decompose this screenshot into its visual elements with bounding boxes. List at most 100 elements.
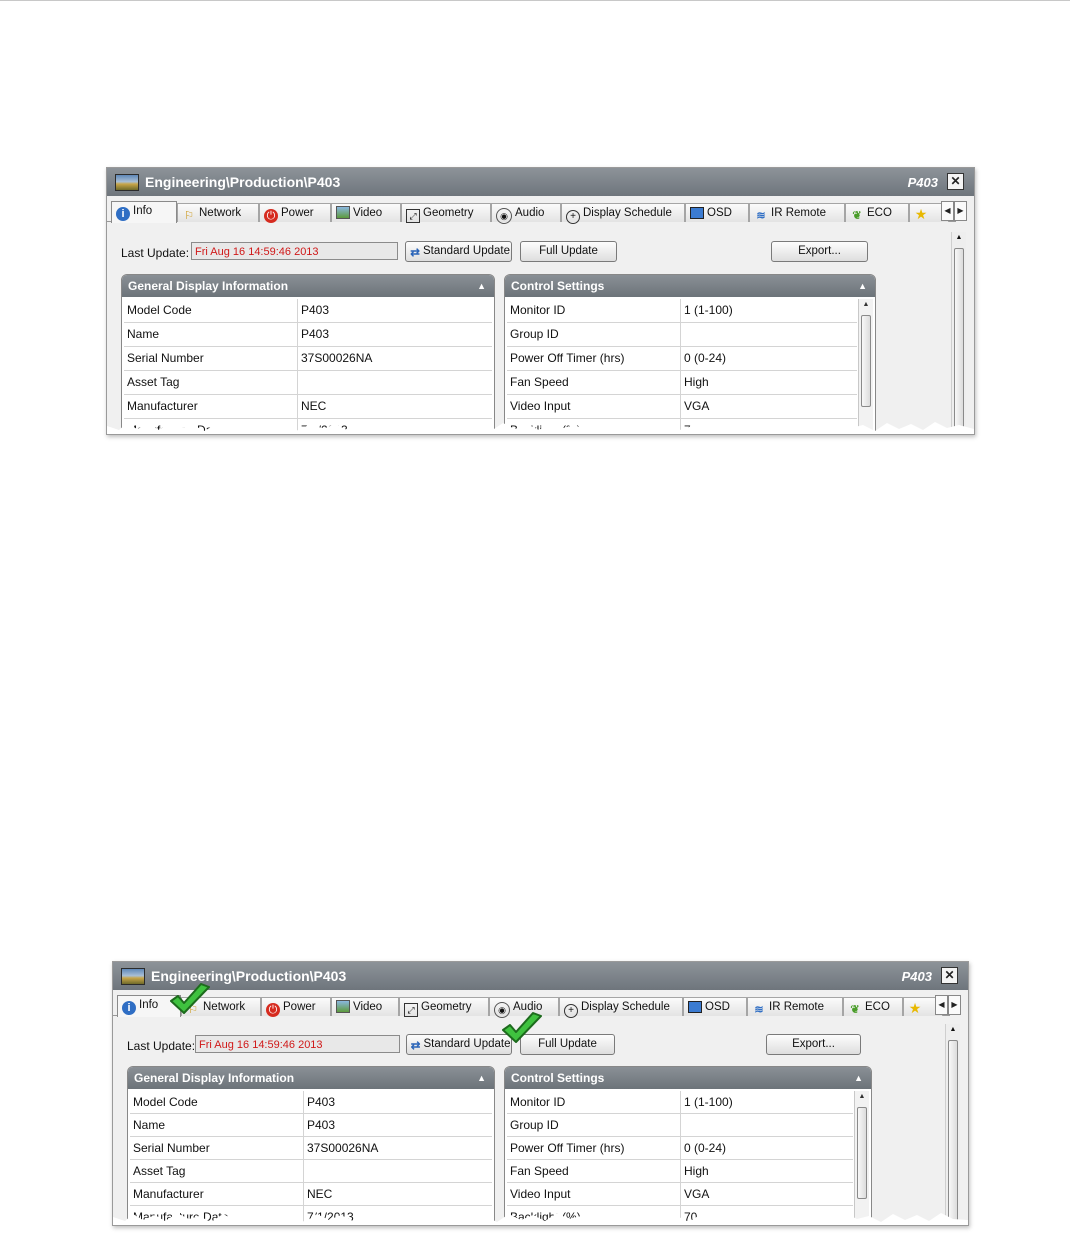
window-title: Engineering\Production\P403 <box>151 968 347 984</box>
tab-audio[interactable]: ◉ Audio <box>491 203 561 224</box>
star-icon: ★ <box>908 1000 922 1016</box>
group-header[interactable]: General Display Information ▲ <box>128 1067 494 1089</box>
export-button[interactable]: Export... <box>771 241 868 262</box>
last-update-label: Last Update: <box>121 246 190 260</box>
tab-scroll-left-icon[interactable]: ◀ <box>935 995 948 1015</box>
tab-scroll-left-icon[interactable]: ◀ <box>941 201 954 221</box>
full-update-button[interactable]: Full Update <box>520 241 617 262</box>
table-row: Serial Number 37S00026NA <box>130 1137 492 1160</box>
group-header[interactable]: Control Settings ▲ <box>505 275 875 297</box>
tab-strip: i Info ⚐ Network ⏻ Power Video ⤢ Geometry ◉ A… <box>107 201 956 224</box>
tab-osd[interactable]: OSD <box>683 997 747 1016</box>
table-row: Name P403 <box>130 1114 492 1137</box>
control-grid: Monitor ID 1 (1-100) Group ID Power Off T… <box>507 299 857 434</box>
leaf-icon: ❦ <box>852 210 862 222</box>
leaf-icon: ❦ <box>850 1004 860 1016</box>
scroll-up-icon[interactable]: ▲ <box>946 1026 960 1033</box>
monitor-icon <box>115 174 139 191</box>
group-header[interactable]: General Display Information ▲ <box>122 275 494 297</box>
scroll-up-icon[interactable]: ▲ <box>859 301 873 308</box>
table-row: Group ID <box>507 1114 853 1137</box>
table-row: Manufacturer NEC <box>130 1183 492 1206</box>
device-name: P403 <box>907 175 938 190</box>
device-name: P403 <box>901 969 932 984</box>
general-info-group: General Display Information ▲ Model Code P… <box>127 1066 495 1225</box>
clock-icon: + <box>566 210 580 224</box>
scroll-thumb[interactable] <box>861 315 871 407</box>
tab-scroll-right-icon[interactable]: ▶ <box>948 995 961 1015</box>
tab-video[interactable]: Video <box>331 203 401 222</box>
clock-icon: + <box>564 1004 578 1018</box>
table-row: Name P403 <box>124 323 492 347</box>
info-grid: Model Code P403 Name P403 Serial Number 37S… <box>124 299 492 434</box>
wifi-icon: ≋ <box>756 210 766 222</box>
scroll-up-icon[interactable]: ▲ <box>855 1093 869 1100</box>
collapse-icon[interactable]: ▲ <box>858 275 867 297</box>
control-settings-group: Control Settings ▲ Monitor ID 1 (1-100) Gr… <box>504 1066 872 1225</box>
last-update-label: Last Update: <box>127 1039 196 1053</box>
tab-video[interactable]: Video <box>331 997 399 1016</box>
group-header[interactable]: Control Settings ▲ <box>505 1067 871 1089</box>
close-icon[interactable]: ✕ <box>941 967 958 984</box>
title-bar: Engineering\Production\P403 P403 ✕ <box>107 168 974 196</box>
control-settings-group: Control Settings ▲ Monitor ID 1 (1-100) Gr… <box>504 274 876 434</box>
device-window: Engineering\Production\P403 P403 ✕ i Info… <box>106 167 975 435</box>
checkmark-icon <box>170 983 210 1014</box>
collapse-icon[interactable]: ▲ <box>477 1067 486 1089</box>
scroll-thumb[interactable] <box>948 1040 958 1225</box>
last-update-field: Fri Aug 16 14:59:46 2013 <box>191 242 398 260</box>
device-window-annotated: Engineering\Production\P403 P403 ✕ i Info… <box>112 961 969 1226</box>
tab-scroll-right-icon[interactable]: ▶ <box>954 201 967 221</box>
title-bar: Engineering\Production\P403 P403 ✕ <box>113 962 968 990</box>
table-row: Video Input VGA <box>507 395 857 419</box>
torn-edge <box>107 422 974 434</box>
last-update-field: Fri Aug 16 14:59:46 2013 <box>195 1035 400 1053</box>
window-title: Engineering\Production\P403 <box>145 174 341 190</box>
network-icon: ⚐ <box>184 210 194 222</box>
star-icon: ★ <box>914 206 928 222</box>
table-row: Group ID <box>507 323 857 347</box>
osd-icon <box>690 207 704 219</box>
info-grid: Model Code P403 Name P403 Serial Number 37S… <box>130 1091 492 1225</box>
standard-update-button[interactable]: ⇄ Standard Update <box>406 1034 512 1055</box>
tab-eco[interactable]: ❦ ECO <box>845 203 909 222</box>
control-scrollbar[interactable]: ▲ <box>858 299 873 434</box>
geometry-icon: ⤢ <box>406 209 420 223</box>
table-row: Power Off Timer (hrs) 0 (0-24) <box>507 347 857 371</box>
tab-power[interactable]: ⏻ Power <box>259 203 331 223</box>
top-divider <box>0 0 1070 1</box>
export-button[interactable]: Export... <box>766 1034 861 1055</box>
tab-ir-remote[interactable]: ≋ IR Remote <box>747 997 843 1016</box>
power-icon: ⏻ <box>264 209 278 223</box>
tab-power[interactable]: ⏻ Power <box>261 997 331 1017</box>
tab-geometry[interactable]: ⤢ Geometry <box>401 203 491 223</box>
tab-display-schedule[interactable]: + Display Schedule <box>559 997 683 1018</box>
table-row: Model Code P403 <box>130 1091 492 1114</box>
general-info-group: General Display Information ▲ Model Code P… <box>121 274 495 434</box>
tab-ir-remote[interactable]: ≋ IR Remote <box>749 203 845 222</box>
control-scrollbar[interactable]: ▲ <box>854 1091 869 1225</box>
tab-eco[interactable]: ❦ ECO <box>843 997 903 1016</box>
scroll-thumb[interactable] <box>954 248 964 434</box>
video-icon <box>336 206 350 219</box>
tab-info[interactable]: i Info <box>111 201 177 223</box>
info-icon: i <box>122 1001 136 1015</box>
table-row: Monitor ID 1 (1-100) <box>507 299 857 323</box>
table-row: Serial Number 37S00026NA <box>124 347 492 371</box>
scroll-thumb[interactable] <box>857 1107 867 1199</box>
tab-osd[interactable]: OSD <box>685 203 749 222</box>
window-scrollbar[interactable]: ▲ <box>945 1024 960 1225</box>
standard-update-button[interactable]: ⇄ Standard Update <box>405 241 512 262</box>
video-icon <box>336 1000 350 1013</box>
close-icon[interactable]: ✕ <box>947 173 964 190</box>
collapse-icon[interactable]: ▲ <box>477 275 486 297</box>
table-row: Fan Speed High <box>507 371 857 395</box>
tab-geometry[interactable]: ⤢ Geometry <box>399 997 489 1017</box>
collapse-icon[interactable]: ▲ <box>854 1067 863 1089</box>
audio-icon: ◉ <box>496 208 512 224</box>
tab-display-schedule[interactable]: + Display Schedule <box>561 203 685 224</box>
tab-network[interactable]: ⚐ Network <box>177 203 259 222</box>
scroll-up-icon[interactable]: ▲ <box>952 234 966 241</box>
table-row: Model Code P403 <box>124 299 492 323</box>
window-scrollbar[interactable]: ▲ <box>951 232 966 434</box>
